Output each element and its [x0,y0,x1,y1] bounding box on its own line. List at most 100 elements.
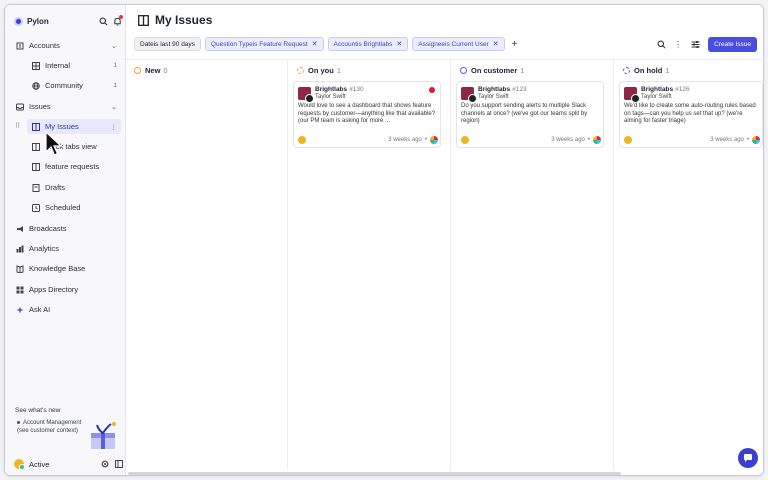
company-logo-icon [624,87,640,103]
pylon-logo-icon [14,16,23,26]
sidebar-item-analytics[interactable]: Analytics [11,241,121,256]
requester-name: Taylor Swift [478,94,509,100]
board-column-new: New 0 [126,60,288,470]
filter-chip-assignee[interactable]: Assignee is Current User ✕ [412,37,505,51]
sidebar-item-scheduled[interactable]: Scheduled [27,200,121,215]
chat-icon [744,454,752,462]
slack-icon [430,136,438,144]
bell-icon[interactable] [112,15,123,26]
more-options-icon[interactable]: ⋮ [672,38,684,50]
clock-icon [31,203,40,212]
sidebar-item-label: Drafts [45,183,66,192]
card-company: Brightlabs #123 [478,86,527,93]
search-icon[interactable] [98,16,108,26]
close-icon[interactable]: ✕ [493,40,499,48]
sidebar-item-knowledge-base[interactable]: Knowledge Base [11,261,121,276]
status-circle-icon [297,67,304,74]
avatar[interactable] [14,459,25,470]
assignee-avatar[interactable] [298,136,306,144]
sidebar-item-slack-tabs-view[interactable]: Slack tabs view [27,139,121,154]
whats-new-item[interactable]: Account Management (see customer context… [17,419,85,435]
card-footer: 3 weeks ago • [624,135,760,145]
sidebar-item-community[interactable]: Community 1 [27,78,121,93]
board-column-on-you: On you 1 Brightlabs #130 Taylor Swift Wou… [289,60,451,470]
filter-field: Question Type [210,40,253,48]
issue-number: #130 [349,86,364,93]
inbox-icon [15,102,24,111]
main-content: My Issues Date is last 90 days Question … [126,5,763,475]
column-count: 1 [520,66,525,75]
chevron-down-icon[interactable]: ⌄ [111,42,117,50]
sidebar-item-label: Knowledge Base [29,264,86,273]
drag-handle-icon[interactable]: ⠿ [15,122,20,130]
column-name: On you [308,66,334,75]
app-window: Pylon Accounts ⌄ Internal 1 Community 1 [4,4,764,476]
horizontal-scrollbar[interactable] [128,472,621,475]
sidebar-item-broadcasts[interactable]: Broadcasts [11,221,121,236]
filter-bar: Date is last 90 days Question Type is Fe… [134,37,517,51]
card-company: Brightlabs #130 [315,86,364,93]
app-name: Pylon [27,16,49,26]
status-circle-icon [623,67,630,74]
assignee-avatar[interactable] [624,136,632,144]
issue-card[interactable]: Brightlabs #130 Taylor Swift Would love t… [293,81,441,148]
filter-value: is last 90 days [153,40,195,48]
filter-chip-question-type[interactable]: Question Type is Feature Request ✕ [204,37,324,51]
item-count: 1 [113,62,117,69]
separator-dot: • [746,137,749,143]
company-logo-icon [298,87,314,103]
page-title-text: My Issues [155,13,213,27]
separator-dot: • [587,137,590,143]
sidebar-item-label: Analytics [29,244,60,253]
chevron-down-icon[interactable]: ⌄ [111,103,117,111]
sidebar-item-label: Ask AI [29,305,51,314]
sidebar-item-internal[interactable]: Internal 1 [27,58,121,73]
close-icon[interactable]: ✕ [396,40,402,48]
sidebar-item-my-issues[interactable]: My Issues ⋮ [27,119,121,134]
sidebar-item-issues[interactable]: Issues ⌄ [11,99,121,114]
filter-value: is Feature Request [252,40,308,48]
add-filter-icon[interactable]: + [512,39,518,50]
filter-chip-account[interactable]: Account is Brightlabs ✕ [327,37,409,51]
sidebar-header: Pylon [14,14,123,28]
card-timestamp: 3 weeks ago [710,137,744,143]
sidebar-item-label: My Issues [45,122,79,131]
close-icon[interactable]: ✕ [312,40,318,48]
gear-icon[interactable] [100,460,110,468]
issue-card[interactable]: Brightlabs #126 Taylor Swift We'd like to… [619,81,763,148]
column-name: On hold [634,66,663,75]
mouse-cursor-icon [45,131,63,156]
user-status-bar: Active [14,457,124,471]
create-issue-button[interactable]: Create Issue [708,36,757,52]
column-header: New 0 [134,66,168,75]
sidebar-item-feature-requests[interactable]: feature requests [27,159,121,174]
sidebar-item-drafts[interactable]: Drafts [27,180,121,195]
sidebar-item-label: feature requests [45,162,100,171]
search-icon[interactable] [655,38,667,50]
card-timestamp: 3 weeks ago [388,137,422,143]
help-chat-button[interactable] [738,448,758,468]
sidebar-item-apps-directory[interactable]: Apps Directory [11,282,121,297]
sidebar-toggle-icon[interactable] [114,460,124,468]
assignee-avatar[interactable] [461,136,469,144]
company-logo-icon [461,87,477,103]
sidebar-item-label: Community [45,81,83,90]
kanban-icon [31,142,40,151]
user-status[interactable]: Active [29,460,96,469]
company-name: Brightlabs [478,86,511,93]
card-footer: 3 weeks ago • [298,135,438,145]
settings-sliders-icon[interactable] [689,38,701,50]
slack-icon [752,136,760,144]
card-body: We'd like to create some auto-routing ru… [624,103,756,125]
column-header: On customer 1 [460,66,524,75]
sidebar-item-label: Internal [45,61,71,70]
globe-icon [31,81,40,90]
column-count: 0 [163,66,168,75]
issue-card[interactable]: Brightlabs #123 Taylor Swift Do you suppo… [456,81,604,148]
more-options-icon[interactable]: ⋮ [111,123,118,131]
filter-chip-date[interactable]: Date is last 90 days [134,37,201,51]
draft-icon [31,183,40,192]
separator-dot: • [424,137,427,143]
sidebar-item-ask-ai[interactable]: Ask AI [11,302,121,317]
sidebar-item-accounts[interactable]: Accounts ⌄ [11,38,121,53]
